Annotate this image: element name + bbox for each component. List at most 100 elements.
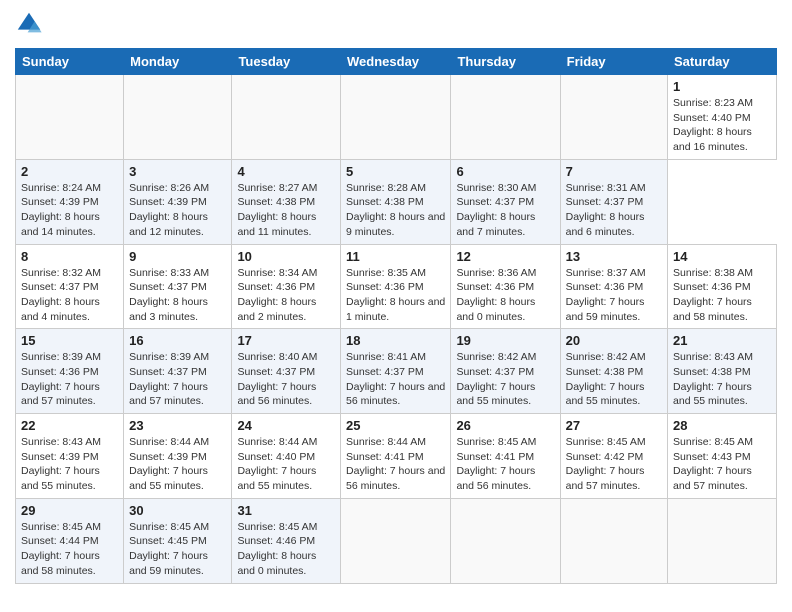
day-number: 12 — [456, 249, 554, 264]
sunset-label: Sunset: 4:38 PM — [566, 366, 644, 378]
weekday-header-tuesday: Tuesday — [232, 49, 341, 75]
sunset-label: Sunset: 4:37 PM — [21, 281, 99, 293]
day-info: Sunrise: 8:43 AM Sunset: 4:38 PM Dayligh… — [673, 350, 771, 409]
daylight-label: Daylight: 7 hours and 57 minutes. — [129, 381, 208, 408]
sunset-label: Sunset: 4:39 PM — [21, 451, 99, 463]
empty-cell — [668, 498, 777, 583]
daylight-label: Daylight: 8 hours and 4 minutes. — [21, 296, 100, 323]
daylight-label: Daylight: 7 hours and 59 minutes. — [129, 550, 208, 577]
calendar-day-cell: 27 Sunrise: 8:45 AM Sunset: 4:42 PM Dayl… — [560, 414, 667, 499]
sunrise-label: Sunrise: 8:27 AM — [237, 182, 317, 194]
sunrise-label: Sunrise: 8:35 AM — [346, 267, 426, 279]
day-info: Sunrise: 8:39 AM Sunset: 4:37 PM Dayligh… — [129, 350, 226, 409]
day-number: 28 — [673, 418, 771, 433]
day-number: 23 — [129, 418, 226, 433]
calendar-day-cell: 6 Sunrise: 8:30 AM Sunset: 4:37 PM Dayli… — [451, 159, 560, 244]
sunset-label: Sunset: 4:37 PM — [237, 366, 315, 378]
calendar-day-cell: 22 Sunrise: 8:43 AM Sunset: 4:39 PM Dayl… — [16, 414, 124, 499]
sunrise-label: Sunrise: 8:32 AM — [21, 267, 101, 279]
calendar-day-cell: 29 Sunrise: 8:45 AM Sunset: 4:44 PM Dayl… — [16, 498, 124, 583]
sunset-label: Sunset: 4:39 PM — [129, 196, 207, 208]
calendar-week-row: 15 Sunrise: 8:39 AM Sunset: 4:36 PM Dayl… — [16, 329, 777, 414]
calendar-day-cell: 14 Sunrise: 8:38 AM Sunset: 4:36 PM Dayl… — [668, 244, 777, 329]
header — [15, 10, 777, 38]
daylight-label: Daylight: 8 hours and 0 minutes. — [456, 296, 535, 323]
day-info: Sunrise: 8:44 AM Sunset: 4:39 PM Dayligh… — [129, 435, 226, 494]
day-info: Sunrise: 8:45 AM Sunset: 4:44 PM Dayligh… — [21, 520, 118, 579]
day-info: Sunrise: 8:32 AM Sunset: 4:37 PM Dayligh… — [21, 266, 118, 325]
sunrise-label: Sunrise: 8:37 AM — [566, 267, 646, 279]
sunrise-label: Sunrise: 8:31 AM — [566, 182, 646, 194]
calendar-day-cell: 11 Sunrise: 8:35 AM Sunset: 4:36 PM Dayl… — [341, 244, 451, 329]
sunset-label: Sunset: 4:42 PM — [566, 451, 644, 463]
daylight-label: Daylight: 7 hours and 56 minutes. — [456, 465, 535, 492]
day-number: 15 — [21, 333, 118, 348]
daylight-label: Daylight: 8 hours and 3 minutes. — [129, 296, 208, 323]
day-info: Sunrise: 8:37 AM Sunset: 4:36 PM Dayligh… — [566, 266, 662, 325]
sunset-label: Sunset: 4:44 PM — [21, 535, 99, 547]
sunset-label: Sunset: 4:41 PM — [346, 451, 424, 463]
sunset-label: Sunset: 4:37 PM — [456, 366, 534, 378]
sunset-label: Sunset: 4:38 PM — [346, 196, 424, 208]
daylight-label: Daylight: 7 hours and 57 minutes. — [566, 465, 645, 492]
empty-cell — [451, 498, 560, 583]
day-number: 18 — [346, 333, 445, 348]
day-number: 29 — [21, 503, 118, 518]
day-number: 4 — [237, 164, 335, 179]
daylight-label: Daylight: 7 hours and 55 minutes. — [129, 465, 208, 492]
day-number: 14 — [673, 249, 771, 264]
day-info: Sunrise: 8:30 AM Sunset: 4:37 PM Dayligh… — [456, 181, 554, 240]
calendar-week-row: 8 Sunrise: 8:32 AM Sunset: 4:37 PM Dayli… — [16, 244, 777, 329]
daylight-label: Daylight: 7 hours and 56 minutes. — [237, 381, 316, 408]
sunset-label: Sunset: 4:40 PM — [237, 451, 315, 463]
day-info: Sunrise: 8:28 AM Sunset: 4:38 PM Dayligh… — [346, 181, 445, 240]
day-number: 5 — [346, 164, 445, 179]
day-number: 24 — [237, 418, 335, 433]
daylight-label: Daylight: 7 hours and 59 minutes. — [566, 296, 645, 323]
calendar-day-cell: 25 Sunrise: 8:44 AM Sunset: 4:41 PM Dayl… — [341, 414, 451, 499]
calendar-day-cell: 31 Sunrise: 8:45 AM Sunset: 4:46 PM Dayl… — [232, 498, 341, 583]
day-info: Sunrise: 8:39 AM Sunset: 4:36 PM Dayligh… — [21, 350, 118, 409]
day-info: Sunrise: 8:35 AM Sunset: 4:36 PM Dayligh… — [346, 266, 445, 325]
day-number: 7 — [566, 164, 662, 179]
sunset-label: Sunset: 4:37 PM — [129, 281, 207, 293]
weekday-header-wednesday: Wednesday — [341, 49, 451, 75]
daylight-label: Daylight: 8 hours and 14 minutes. — [21, 211, 100, 238]
daylight-label: Daylight: 7 hours and 55 minutes. — [566, 381, 645, 408]
day-number: 3 — [129, 164, 226, 179]
sunset-label: Sunset: 4:36 PM — [566, 281, 644, 293]
calendar-week-row: 29 Sunrise: 8:45 AM Sunset: 4:44 PM Dayl… — [16, 498, 777, 583]
sunset-label: Sunset: 4:46 PM — [237, 535, 315, 547]
day-info: Sunrise: 8:34 AM Sunset: 4:36 PM Dayligh… — [237, 266, 335, 325]
sunrise-label: Sunrise: 8:45 AM — [21, 521, 101, 533]
daylight-label: Daylight: 8 hours and 16 minutes. — [673, 126, 752, 153]
sunset-label: Sunset: 4:38 PM — [237, 196, 315, 208]
empty-cell — [560, 75, 667, 160]
calendar-day-cell: 18 Sunrise: 8:41 AM Sunset: 4:37 PM Dayl… — [341, 329, 451, 414]
day-info: Sunrise: 8:45 AM Sunset: 4:45 PM Dayligh… — [129, 520, 226, 579]
daylight-label: Daylight: 8 hours and 11 minutes. — [237, 211, 316, 238]
calendar-header-row: SundayMondayTuesdayWednesdayThursdayFrid… — [16, 49, 777, 75]
sunrise-label: Sunrise: 8:24 AM — [21, 182, 101, 194]
logo — [15, 10, 47, 38]
calendar-day-cell: 13 Sunrise: 8:37 AM Sunset: 4:36 PM Dayl… — [560, 244, 667, 329]
calendar-day-cell: 21 Sunrise: 8:43 AM Sunset: 4:38 PM Dayl… — [668, 329, 777, 414]
daylight-label: Daylight: 8 hours and 12 minutes. — [129, 211, 208, 238]
empty-cell — [124, 75, 232, 160]
day-number: 8 — [21, 249, 118, 264]
sunset-label: Sunset: 4:38 PM — [673, 366, 751, 378]
sunrise-label: Sunrise: 8:41 AM — [346, 351, 426, 363]
sunrise-label: Sunrise: 8:26 AM — [129, 182, 209, 194]
sunset-label: Sunset: 4:45 PM — [129, 535, 207, 547]
day-number: 30 — [129, 503, 226, 518]
day-info: Sunrise: 8:33 AM Sunset: 4:37 PM Dayligh… — [129, 266, 226, 325]
day-number: 11 — [346, 249, 445, 264]
daylight-label: Daylight: 7 hours and 58 minutes. — [21, 550, 100, 577]
sunset-label: Sunset: 4:36 PM — [237, 281, 315, 293]
day-info: Sunrise: 8:26 AM Sunset: 4:39 PM Dayligh… — [129, 181, 226, 240]
sunrise-label: Sunrise: 8:43 AM — [21, 436, 101, 448]
sunrise-label: Sunrise: 8:44 AM — [237, 436, 317, 448]
page-container: SundayMondayTuesdayWednesdayThursdayFrid… — [0, 0, 792, 594]
daylight-label: Daylight: 8 hours and 0 minutes. — [237, 550, 316, 577]
day-info: Sunrise: 8:41 AM Sunset: 4:37 PM Dayligh… — [346, 350, 445, 409]
